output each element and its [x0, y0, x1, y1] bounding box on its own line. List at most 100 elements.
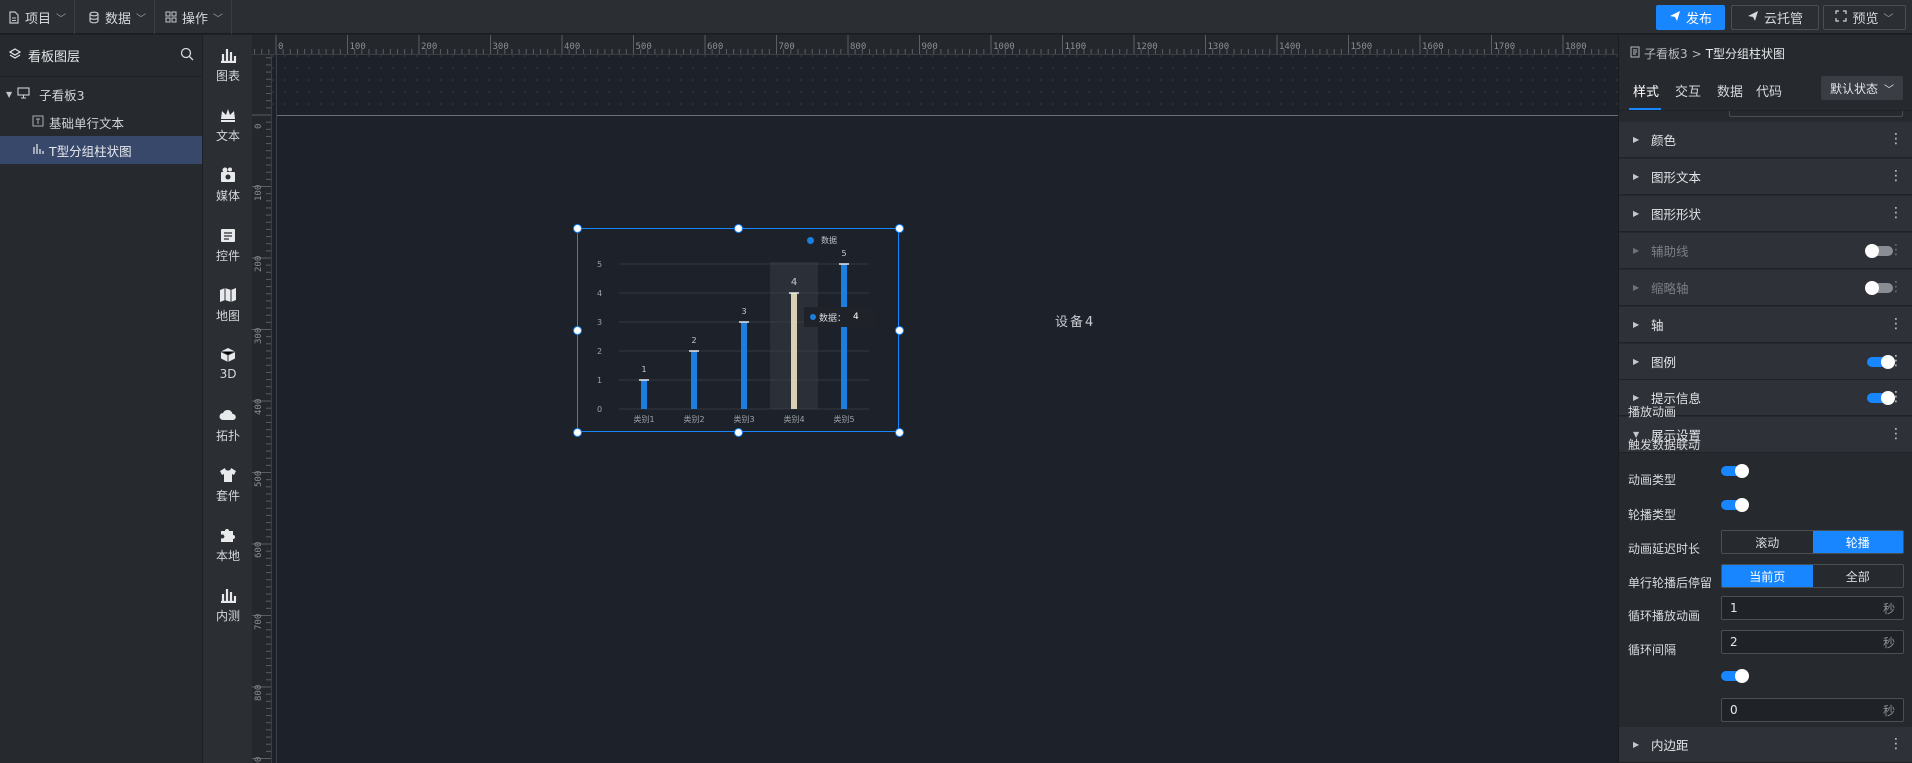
- chart-legend[interactable]: 数据: [807, 235, 837, 246]
- section-7[interactable]: ▶ 图例 ⋮: [1619, 344, 1912, 380]
- canvas[interactable]: 设备4 0 1 2 3 4 5 1 类别1 2 类别2 3 类别3 4 类别4 5 类别5 数据 数据： 4: [272, 55, 1618, 763]
- more-icon[interactable]: ⋮: [1889, 426, 1903, 442]
- section-1[interactable]: ▶ 颜色 ⋮: [1619, 122, 1912, 158]
- section-padding[interactable]: ▶ 内边距 ⋮: [1619, 727, 1912, 763]
- animation-option-scroll[interactable]: 滚动: [1722, 531, 1813, 553]
- bar[interactable]: [791, 293, 797, 409]
- more-icon[interactable]: ⋮: [1889, 316, 1903, 332]
- component-media[interactable]: 媒体: [203, 167, 253, 204]
- resize-handle[interactable]: [572, 325, 582, 335]
- component-label: 控件: [215, 249, 240, 263]
- resize-handle[interactable]: [894, 325, 904, 335]
- resize-handle[interactable]: [733, 223, 743, 233]
- y-tick-label: 3: [597, 318, 602, 327]
- section-4[interactable]: ▶ 辅助线 ⋮: [1619, 233, 1912, 269]
- more-icon[interactable]: ⋮: [1889, 736, 1903, 752]
- menu-data-label: 数据: [105, 11, 132, 27]
- canvas-dot-grid: [272, 55, 1618, 115]
- section-3[interactable]: ▶ 图形形状 ⋮: [1619, 196, 1912, 232]
- section-label: 轴: [1651, 318, 1664, 333]
- component-control[interactable]: 控件: [203, 227, 253, 264]
- layer-item-text[interactable]: 基础单行文本: [0, 108, 202, 136]
- stay-input[interactable]: 2 秒: [1721, 630, 1904, 654]
- tab-active-indicator: [1629, 108, 1661, 110]
- component-beta[interactable]: 内测: [203, 587, 253, 624]
- bar[interactable]: [841, 264, 847, 409]
- preview-button[interactable]: 预览 ﹀: [1823, 5, 1906, 30]
- tab-code[interactable]: 代码: [1756, 81, 1782, 100]
- component-topology[interactable]: 拓扑: [203, 407, 253, 444]
- delay-input[interactable]: 1 秒: [1721, 596, 1904, 620]
- tab-interaction[interactable]: 交互: [1675, 81, 1701, 100]
- layer-root[interactable]: ▼ 子看板3: [0, 80, 202, 108]
- device-text[interactable]: 设备4: [1055, 311, 1095, 330]
- trigger-link-toggle[interactable]: [1721, 498, 1749, 512]
- component-3d[interactable]: 3D: [203, 347, 253, 381]
- x-tick-label: 类别3: [733, 414, 754, 424]
- carousel-option-current[interactable]: 当前页: [1722, 565, 1813, 587]
- trigger-link-label: 触发数据联动: [1628, 438, 1701, 452]
- expand-triangle-icon[interactable]: ▼: [6, 90, 12, 99]
- ruler-label: 1100: [1064, 42, 1087, 52]
- ruler-label: 600: [707, 42, 724, 52]
- section-toggle[interactable]: [1867, 391, 1895, 405]
- section-2[interactable]: ▶ 图形文本 ⋮: [1619, 159, 1912, 195]
- carousel-type-segmented[interactable]: 当前页 全部: [1721, 564, 1904, 588]
- component-label: 本地: [215, 549, 240, 563]
- ruler-label: 300: [492, 42, 509, 52]
- tab-data[interactable]: 数据: [1717, 81, 1743, 100]
- resize-handle[interactable]: [894, 427, 904, 437]
- cloud-hosting-button[interactable]: 云托管: [1731, 5, 1819, 30]
- layer-panel-title: 看板图层: [28, 50, 81, 65]
- database-icon: [88, 11, 100, 24]
- component-suite[interactable]: 套件: [203, 467, 253, 504]
- tooltip-label: 数据：: [819, 313, 847, 324]
- section-toggle[interactable]: [1867, 355, 1895, 369]
- more-icon[interactable]: ⋮: [1889, 168, 1903, 184]
- more-icon[interactable]: ⋮: [1889, 131, 1903, 147]
- play-animation-label: 播放动画: [1628, 405, 1677, 419]
- menu-data[interactable]: 数据 ﹀: [80, 0, 156, 34]
- section-toggle[interactable]: [1865, 281, 1893, 295]
- bar[interactable]: [691, 351, 697, 409]
- ruler-label: 800: [850, 42, 867, 52]
- resize-handle[interactable]: [894, 223, 904, 233]
- state-dropdown[interactable]: 默认状态 ﹀: [1821, 76, 1903, 100]
- data-label: 1: [641, 365, 646, 374]
- ruler-label: 300: [254, 327, 264, 344]
- section-label: 辅助线: [1651, 244, 1689, 259]
- section-toggle[interactable]: [1865, 244, 1893, 258]
- data-label: 2: [691, 336, 696, 345]
- loop-animation-toggle[interactable]: [1721, 669, 1749, 683]
- component-text[interactable]: 文本: [203, 107, 253, 144]
- section-5[interactable]: ▶ 缩略轴 ⋮: [1619, 270, 1912, 306]
- more-icon[interactable]: ⋮: [1889, 205, 1903, 221]
- component-chart[interactable]: 图表: [203, 47, 253, 84]
- resize-handle[interactable]: [572, 427, 582, 437]
- ruler-label: 1600: [1422, 42, 1444, 52]
- publish-button[interactable]: 发布: [1656, 5, 1725, 30]
- menu-operation[interactable]: 操作 ﹀: [157, 0, 233, 34]
- bar-chart-widget[interactable]: 0 1 2 3 4 5 1 类别1 2 类别2 3 类别3 4 类别4 5 类别5 数据 数据： 4: [572, 223, 904, 437]
- component-map[interactable]: 地图: [203, 287, 253, 324]
- component-local[interactable]: 本地: [203, 527, 253, 564]
- preview-label: 预览: [1852, 12, 1879, 27]
- bar[interactable]: [741, 322, 747, 409]
- layer-item-label: T型分组柱状图: [49, 143, 132, 159]
- resize-handle[interactable]: [572, 223, 582, 233]
- breadcrumb-root[interactable]: 子看板3: [1644, 45, 1688, 62]
- animation-type-segmented[interactable]: 滚动 轮播: [1721, 530, 1904, 554]
- tab-style[interactable]: 样式: [1633, 81, 1659, 100]
- menu-project[interactable]: 项目 ﹀: [0, 0, 76, 34]
- search-icon[interactable]: [180, 47, 194, 65]
- carousel-option-all[interactable]: 全部: [1813, 565, 1904, 587]
- play-animation-toggle[interactable]: [1721, 464, 1749, 478]
- animation-option-carousel[interactable]: 轮播: [1812, 531, 1903, 553]
- layer-item-chart[interactable]: T型分组柱状图: [0, 136, 202, 164]
- loop-interval-input[interactable]: 0 秒: [1721, 698, 1904, 722]
- shirt-icon: [203, 467, 253, 487]
- resize-handle[interactable]: [733, 427, 743, 437]
- bar[interactable]: [641, 380, 647, 409]
- section-6[interactable]: ▶ 轴 ⋮: [1619, 307, 1912, 343]
- top-bar: 项目 ﹀ 数据 ﹀ 操作 ﹀ 发布 云托管 预览 ﹀: [0, 0, 1912, 34]
